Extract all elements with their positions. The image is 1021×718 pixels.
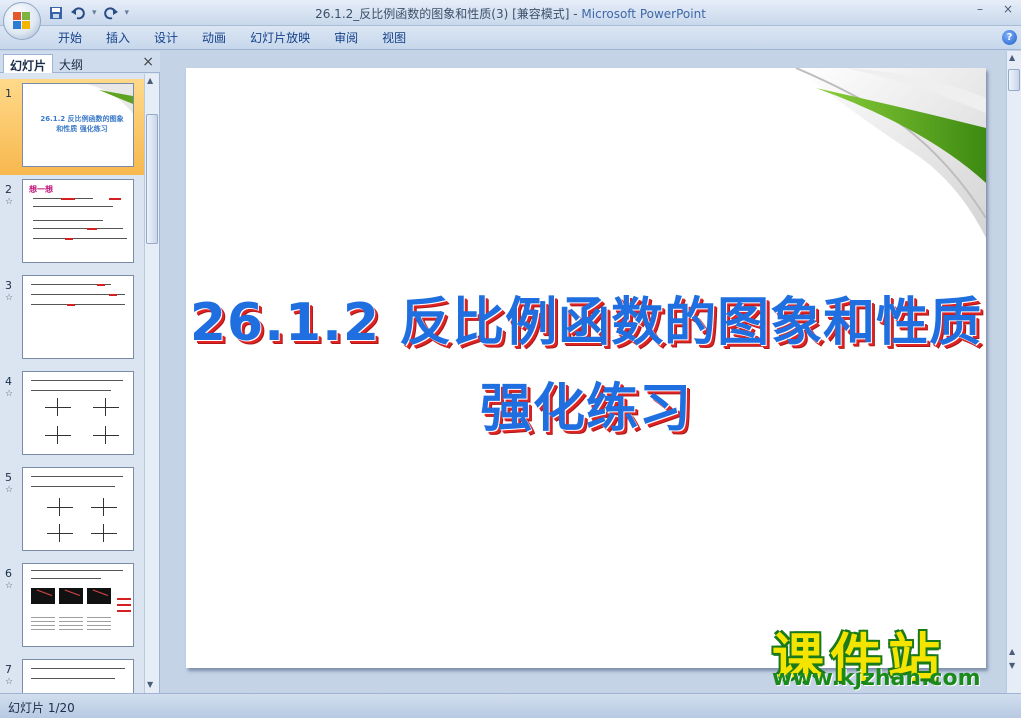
slide-number: 1 xyxy=(5,87,12,100)
thumbnail-heading: 想一想 xyxy=(29,185,53,194)
slide-thumbnail-2[interactable]: 2 ☆ 想一想 xyxy=(0,175,144,271)
window-controls: – × xyxy=(973,2,1015,16)
slide-title-line-1: 26.1.2 反比例函数的图象和性质 xyxy=(189,293,983,353)
animation-star-icon: ☆ xyxy=(5,197,14,207)
tab-home[interactable]: 开始 xyxy=(46,30,94,46)
slide-scrollbar[interactable]: ▲ ▲ ▼ xyxy=(1006,51,1021,693)
scrollbar-thumb[interactable] xyxy=(146,114,158,244)
pane-tabs: 幻灯片 大纲 × xyxy=(0,51,160,73)
leaf-decoration-icon xyxy=(87,84,133,114)
office-button[interactable] xyxy=(3,2,41,40)
slide-number: 7 xyxy=(5,663,12,676)
slide-number: 2 xyxy=(5,183,12,196)
slide-preview xyxy=(22,659,134,693)
slide-thumbnails: 1 26.1.2 反比例函数的图象和性质 强化练习 2 ☆ 想一想 3 ☆ 4 … xyxy=(0,74,144,693)
animation-star-icon: ☆ xyxy=(5,389,14,399)
window-title: 26.1.2_反比例函数的图象和性质(3) [兼容模式] - Microsoft… xyxy=(0,5,1021,22)
tab-review[interactable]: 审阅 xyxy=(322,30,370,46)
animation-star-icon: ☆ xyxy=(5,677,14,687)
ribbon-tabs: 开始 插入 设计 动画 幻灯片放映 审阅 视图 xyxy=(46,30,418,46)
scroll-down-icon[interactable]: ▼ xyxy=(147,680,153,689)
title-bar: ▾ ▾ 26.1.2_反比例函数的图象和性质(3) [兼容模式] - Micro… xyxy=(0,0,1021,26)
slide-preview xyxy=(22,371,134,455)
slide-preview xyxy=(22,467,134,551)
slide-thumbnail-1[interactable]: 1 26.1.2 反比例函数的图象和性质 强化练习 xyxy=(0,79,144,175)
document-title: 26.1.2_反比例函数的图象和性质(3) [兼容模式] - xyxy=(315,7,582,21)
slide-preview xyxy=(22,563,134,647)
ribbon: 开始 插入 设计 动画 幻灯片放映 审阅 视图 ? xyxy=(0,26,1021,50)
slide-number: 4 xyxy=(5,375,12,388)
thumbnail-scrollbar[interactable]: ▲ ▼ xyxy=(144,74,159,693)
slide-title-line-2: 强化练习 xyxy=(479,379,692,439)
slide-thumbnail-5[interactable]: 5 ☆ xyxy=(0,463,144,559)
tab-slides[interactable]: 幻灯片 xyxy=(3,54,54,73)
previous-slide-icon[interactable]: ▲ xyxy=(1009,647,1015,656)
status-bar: 幻灯片 1/20 xyxy=(0,693,1021,718)
scrollbar-thumb[interactable] xyxy=(1008,69,1020,91)
slide-counter: 幻灯片 1/20 xyxy=(8,701,75,715)
slide-editor: 26.1.2 反比例函数的图象和性质 强化练习 xyxy=(161,51,1006,693)
slide-preview xyxy=(22,275,134,359)
leaf-corner-decoration xyxy=(795,68,986,238)
animation-star-icon: ☆ xyxy=(5,293,14,303)
close-pane-icon[interactable]: × xyxy=(142,54,154,70)
office-logo-icon xyxy=(13,12,31,30)
next-slide-icon[interactable]: ▼ xyxy=(1009,661,1015,670)
animation-star-icon: ☆ xyxy=(5,485,14,495)
slide-preview: 26.1.2 反比例函数的图象和性质 强化练习 xyxy=(22,83,134,167)
tab-view[interactable]: 视图 xyxy=(370,30,418,46)
slide-thumbnail-3[interactable]: 3 ☆ xyxy=(0,271,144,367)
slide-number: 3 xyxy=(5,279,12,292)
close-window-button[interactable]: × xyxy=(1001,2,1015,16)
tab-slide-show[interactable]: 幻灯片放映 xyxy=(238,30,322,46)
slide-thumbnail-7[interactable]: 7 ☆ xyxy=(0,655,144,693)
scroll-up-icon[interactable]: ▲ xyxy=(147,76,153,85)
slides-pane: 幻灯片 大纲 × 1 26.1.2 反比例函数的图象和性质 强化练习 2 ☆ 想… xyxy=(0,51,160,693)
animation-star-icon: ☆ xyxy=(5,581,14,591)
slide-number: 6 xyxy=(5,567,12,580)
scroll-up-icon[interactable]: ▲ xyxy=(1009,53,1015,62)
help-icon[interactable]: ? xyxy=(1002,30,1017,45)
minimize-button[interactable]: – xyxy=(973,2,987,16)
thumbnail-title: 26.1.2 反比例函数的图象和性质 强化练习 xyxy=(40,115,124,133)
slide-number: 5 xyxy=(5,471,12,484)
slide-thumbnail-4[interactable]: 4 ☆ xyxy=(0,367,144,463)
tab-animations[interactable]: 动画 xyxy=(190,30,238,46)
tab-outline[interactable]: 大纲 xyxy=(53,54,89,73)
current-slide[interactable]: 26.1.2 反比例函数的图象和性质 强化练习 xyxy=(186,68,986,668)
tab-design[interactable]: 设计 xyxy=(142,30,190,46)
watermark-url: www.kjzhan.com xyxy=(772,666,981,691)
tab-insert[interactable]: 插入 xyxy=(94,30,142,46)
slide-preview: 想一想 xyxy=(22,179,134,263)
slide-thumbnail-6[interactable]: 6 ☆ xyxy=(0,559,144,655)
app-name: Microsoft PowerPoint xyxy=(581,7,706,21)
